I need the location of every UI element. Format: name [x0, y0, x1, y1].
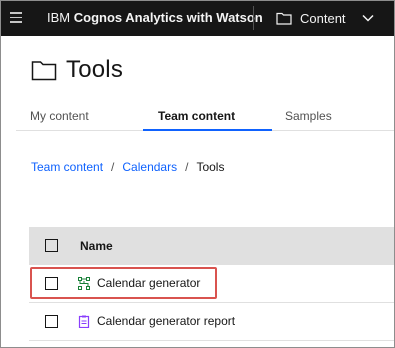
tab-team-content[interactable]: Team content	[143, 103, 272, 131]
content-switcher-label: Content	[300, 10, 346, 26]
product-name: IBM Cognos Analytics with Watson	[47, 10, 263, 25]
folder-icon	[276, 12, 292, 25]
content-switcher-button[interactable]: Content	[276, 0, 374, 36]
tab-my-content[interactable]: My content	[16, 103, 128, 131]
tab-samples[interactable]: Samples	[272, 103, 362, 131]
topbar-divider	[253, 6, 254, 30]
table-header: Name	[29, 227, 395, 265]
row-checkbox[interactable]	[45, 315, 58, 328]
content-table: Name Calendar generator Calendar generat…	[29, 227, 395, 341]
report-icon	[78, 315, 90, 328]
flow-icon	[78, 277, 90, 290]
breadcrumb-current: Tools	[196, 160, 225, 174]
content-tabs: My content Team content Samples	[16, 103, 395, 131]
breadcrumb-calendars[interactable]: Calendars	[122, 160, 177, 174]
folder-icon	[31, 60, 57, 80]
breadcrumb-separator: /	[111, 160, 115, 174]
row-name-calendar-generator[interactable]: Calendar generator	[97, 276, 200, 290]
table-row[interactable]: Calendar generator report	[29, 303, 395, 341]
page-title: Tools	[66, 56, 124, 83]
row-name-calendar-generator-report[interactable]: Calendar generator report	[97, 314, 235, 328]
page-header: Tools	[31, 56, 123, 84]
breadcrumb-team-content[interactable]: Team content	[31, 160, 103, 174]
breadcrumb-separator: /	[185, 160, 189, 174]
select-all-checkbox[interactable]	[45, 239, 58, 252]
brand-prefix: IBM	[47, 10, 71, 25]
row-checkbox[interactable]	[45, 277, 58, 290]
brand-name: Cognos Analytics with Watson	[73, 10, 263, 25]
column-header-name[interactable]: Name	[80, 239, 113, 253]
top-bar: IBM Cognos Analytics with Watson Content	[0, 0, 395, 36]
breadcrumb: Team content / Calendars / Tools	[31, 160, 224, 174]
table-row[interactable]: Calendar generator	[29, 265, 395, 303]
hamburger-menu-icon[interactable]	[10, 12, 22, 23]
chevron-down-icon	[362, 14, 374, 22]
